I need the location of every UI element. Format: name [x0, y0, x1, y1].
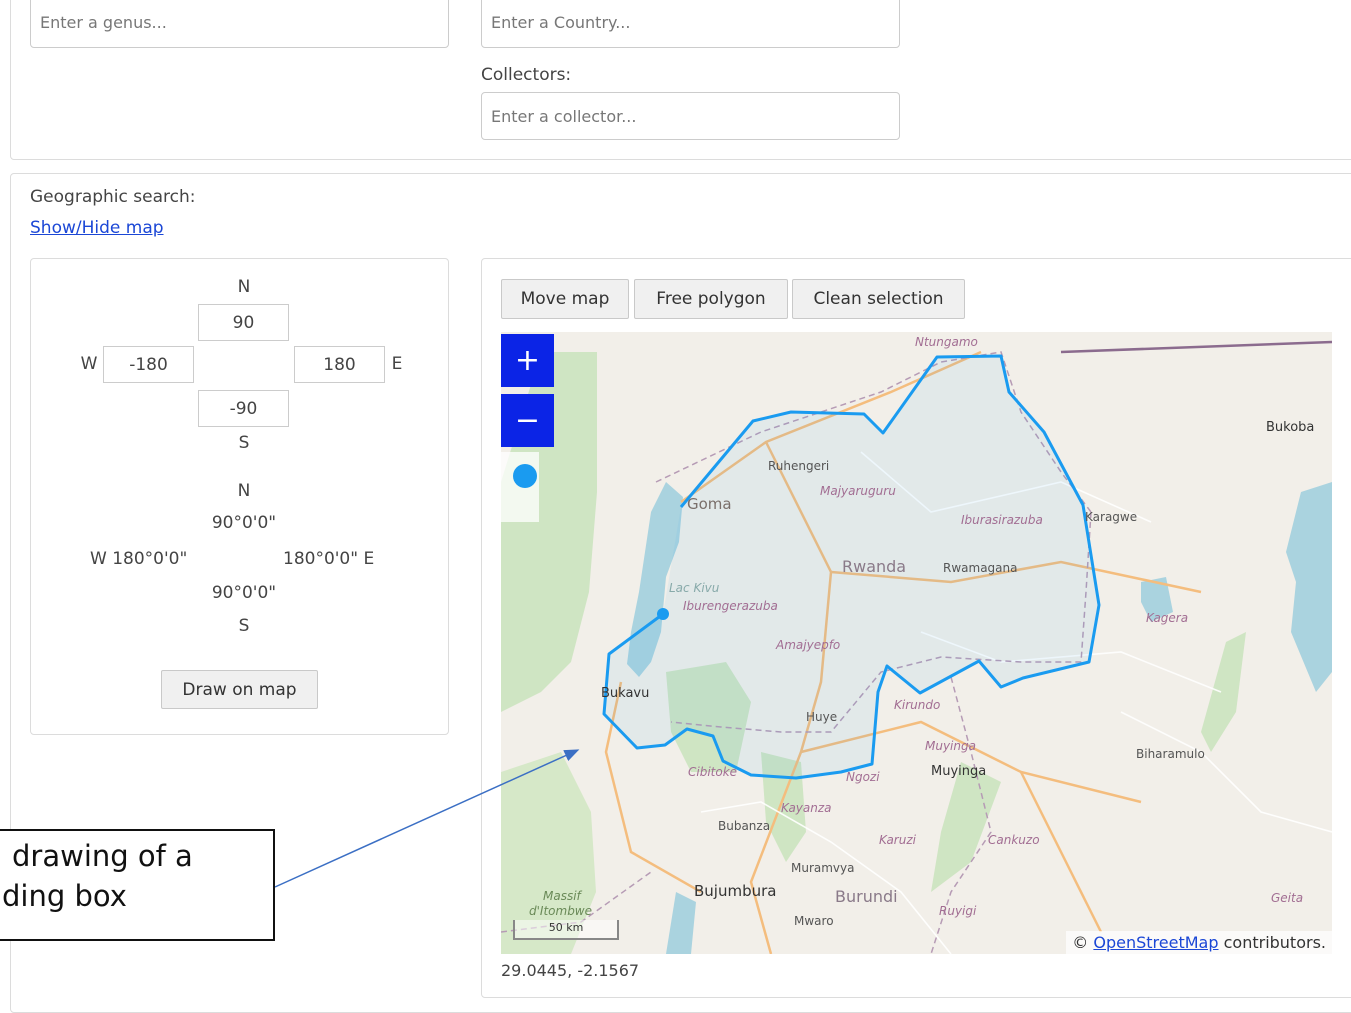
- label-mwaro: Mwaro: [794, 914, 834, 928]
- free-polygon-button[interactable]: Free polygon: [634, 279, 788, 319]
- east-input[interactable]: [294, 346, 385, 383]
- label-kayanza: Kayanza: [781, 801, 832, 815]
- east-label: E: [391, 354, 403, 374]
- annotation-line-2: ding box: [2, 879, 127, 913]
- label-ntungamo: Ntungamo: [915, 335, 978, 349]
- label-biharamulo: Biharamulo: [1136, 747, 1205, 761]
- label-cibitoke: Cibitoke: [688, 765, 738, 779]
- label-muramvya: Muramvya: [791, 861, 855, 875]
- label-geita: Geita: [1271, 891, 1304, 905]
- genus-input[interactable]: [30, 0, 449, 48]
- label-massif: Massif: [543, 889, 581, 903]
- label-bukavu: Bukavu: [601, 686, 650, 701]
- label-rwanda: Rwanda: [842, 557, 907, 576]
- country-input[interactable]: [481, 0, 900, 48]
- label-cankuzo: Cankuzo: [988, 833, 1040, 847]
- label-muyinga-province: Muyinga: [925, 739, 976, 753]
- label-rwamagana: Rwamagana: [943, 561, 1018, 575]
- label-karuzi: Karuzi: [879, 833, 916, 847]
- label-ngozi: Ngozi: [846, 770, 880, 784]
- label-kagera: Kagera: [1146, 611, 1189, 625]
- lake-tanganyika: [666, 892, 696, 954]
- north-label: N: [237, 277, 251, 297]
- west-input[interactable]: [103, 346, 194, 383]
- attribution-suffix: contributors.: [1223, 933, 1326, 952]
- zoom-out-button[interactable]: −: [501, 394, 554, 447]
- geographic-search-title: Geographic search:: [30, 187, 196, 207]
- west-dms-value: W 180°0'0": [90, 549, 188, 569]
- label-bukoba: Bukoba: [1266, 420, 1315, 435]
- label-ruyigi: Ruyigi: [939, 904, 977, 918]
- annotation-line-1: drawing of a: [12, 839, 193, 873]
- label-goma: Goma: [687, 495, 732, 513]
- label-huye: Huye: [806, 710, 838, 724]
- collectors-label: Collectors:: [481, 65, 572, 85]
- zoom-in-button[interactable]: +: [501, 334, 554, 387]
- label-majyaruguru: Majyaruguru: [820, 484, 896, 498]
- label-bujumbura: Bujumbura: [694, 882, 777, 900]
- openstreetmap-link[interactable]: OpenStreetMap: [1093, 933, 1218, 952]
- annotation-callout: drawing of a ding box: [0, 829, 275, 941]
- label-ruhengeri: Ruhengeri: [768, 459, 830, 473]
- collector-input[interactable]: [481, 92, 900, 140]
- cursor-coordinates: 29.0445, -2.1567: [501, 961, 640, 980]
- map-canvas[interactable]: Ntungamo Bukoba Ruhengeri Majyaruguru Go…: [501, 332, 1332, 954]
- west-label: W: [80, 354, 98, 374]
- label-iburasirazuba: Iburasirazuba: [961, 513, 1043, 527]
- south-dms-value: 90°0'0": [211, 583, 277, 603]
- label-muyinga: Muyinga: [931, 764, 987, 779]
- north-dms-label: N: [237, 481, 251, 501]
- north-input[interactable]: [198, 304, 289, 341]
- scale-bar: 50 km: [513, 920, 619, 940]
- clean-selection-button[interactable]: Clean selection: [792, 279, 965, 319]
- label-lac-kivu: Lac Kivu: [669, 581, 720, 595]
- attribution-prefix: ©: [1072, 933, 1089, 952]
- move-map-button[interactable]: Move map: [501, 279, 629, 319]
- park-east: [1201, 632, 1246, 752]
- south-input[interactable]: [198, 390, 289, 427]
- label-itombwe: d'Itombwe: [529, 904, 593, 918]
- point-tool-icon[interactable]: [513, 464, 537, 488]
- label-karagwe: Karagwe: [1085, 510, 1138, 524]
- map-attribution: © OpenStreetMap contributors.: [1066, 931, 1332, 954]
- label-amajyepfo: Amajyepfo: [776, 638, 841, 652]
- north-dms-value: 90°0'0": [211, 513, 277, 533]
- label-burundi: Burundi: [835, 887, 898, 906]
- show-hide-map-link[interactable]: Show/Hide map: [30, 218, 164, 238]
- lake-east: [1286, 482, 1332, 692]
- map-tiles: [501, 340, 1332, 954]
- draw-on-map-button[interactable]: Draw on map: [161, 670, 318, 709]
- label-kirundo: Kirundo: [894, 698, 941, 712]
- label-bubanza: Bubanza: [718, 819, 771, 833]
- scale-label: 50 km: [548, 921, 584, 934]
- south-label: S: [238, 433, 250, 453]
- polygon-vertex: [657, 608, 669, 620]
- south-dms-label: S: [238, 616, 250, 636]
- uganda-border: [1060, 340, 1332, 354]
- east-dms-value: 180°0'0" E: [283, 549, 375, 569]
- label-iburengerazuba: Iburengerazuba: [683, 599, 778, 613]
